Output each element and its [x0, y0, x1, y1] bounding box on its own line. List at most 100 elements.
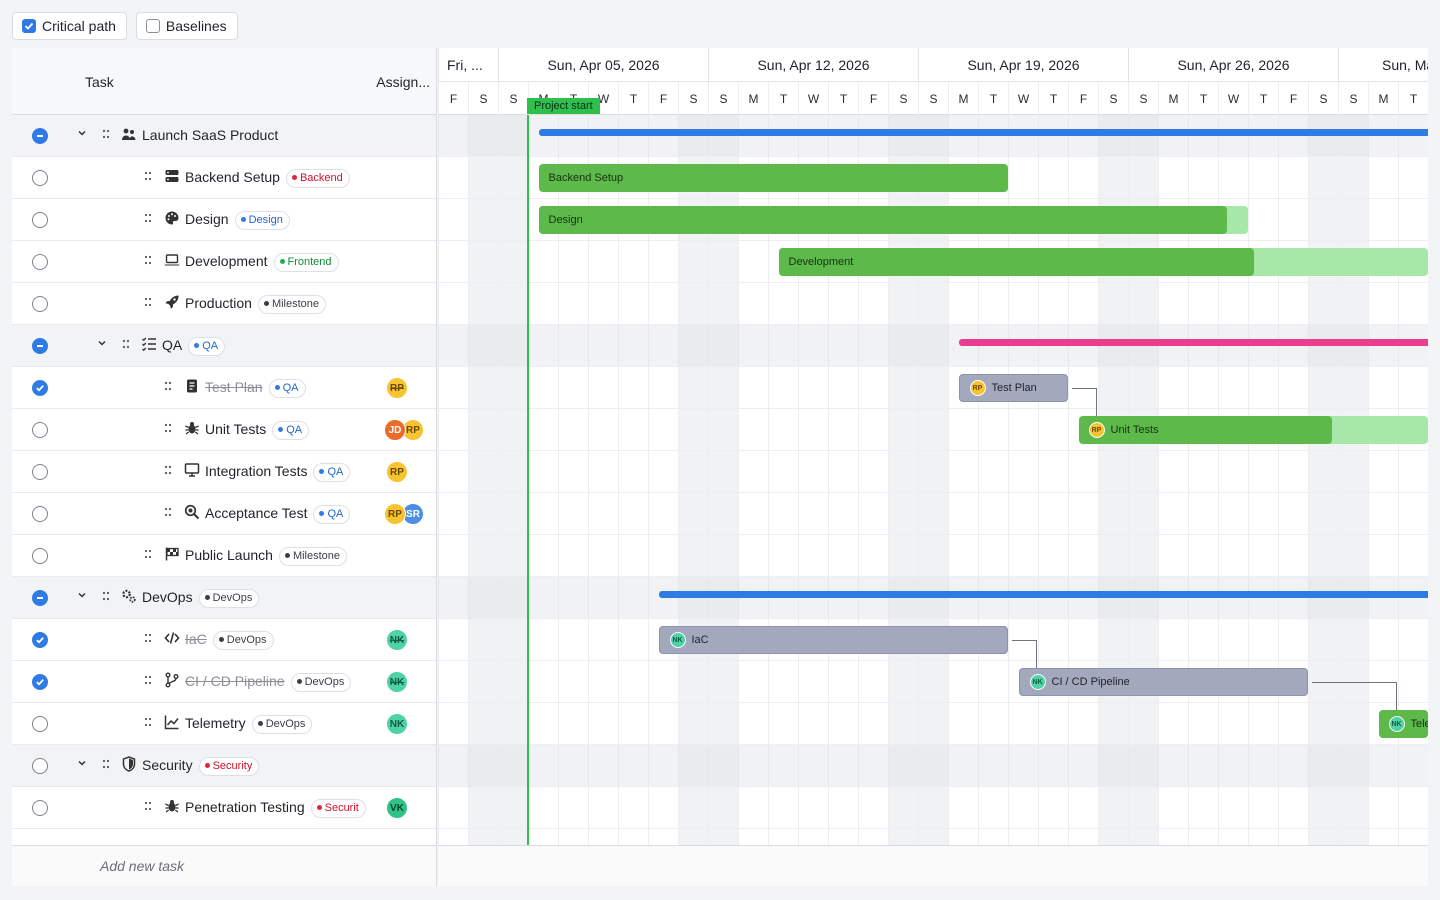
status-partial-icon[interactable] [32, 590, 48, 606]
task-row[interactable]: Launch SaaS Product [12, 115, 436, 157]
task-name[interactable]: CI / CD Pipeline [185, 673, 285, 689]
task-row[interactable]: DevOps DevOps [12, 577, 436, 619]
task-name[interactable]: Test Plan [205, 379, 263, 395]
dependency-connector[interactable] [1312, 682, 1397, 710]
status-partial-icon[interactable] [32, 128, 48, 144]
add-task-row[interactable]: Add new task [12, 845, 436, 886]
task-row[interactable]: Production Milestone [12, 283, 436, 325]
summary-bar[interactable] [958, 339, 1428, 346]
task-name[interactable]: QA [162, 337, 182, 353]
checkbox-unchecked-icon[interactable] [145, 19, 160, 33]
status-open-icon[interactable] [32, 506, 48, 522]
critical-path-toggle[interactable]: Critical path [12, 12, 127, 40]
task-row[interactable]: Public Launch Milestone [12, 535, 436, 577]
dependency-connector[interactable] [1072, 388, 1097, 416]
chevron-down-icon[interactable] [76, 758, 88, 771]
drag-handle-icon[interactable] [144, 253, 154, 268]
task-name[interactable]: Backend Setup [185, 169, 280, 185]
avatar[interactable]: JD [384, 419, 406, 441]
checkbox-checked-icon[interactable] [22, 19, 36, 33]
avatar[interactable]: RP [386, 461, 408, 483]
task-name[interactable]: Penetration Testing [185, 799, 305, 815]
drag-handle-icon[interactable] [164, 379, 174, 394]
drag-handle-icon[interactable] [102, 127, 112, 142]
status-open-icon[interactable] [32, 758, 48, 774]
task-name[interactable]: IaC [185, 631, 207, 647]
task-bar[interactable]: NK Tele [1378, 710, 1428, 738]
drag-handle-icon[interactable] [144, 715, 154, 730]
task-name[interactable]: Unit Tests [205, 421, 266, 437]
avatar[interactable]: NK [386, 713, 408, 735]
task-name[interactable]: Design [185, 211, 229, 227]
avatar[interactable]: RP [384, 503, 406, 525]
drag-handle-icon[interactable] [144, 673, 154, 688]
status-open-icon[interactable] [32, 254, 48, 270]
task-row[interactable]: Backend Setup Backend [12, 157, 436, 199]
task-row[interactable]: Design Design [12, 199, 436, 241]
add-task-placeholder[interactable]: Add new task [100, 858, 184, 874]
drag-handle-icon[interactable] [144, 211, 154, 226]
column-header-task[interactable]: Task [85, 74, 114, 90]
chevron-down-icon[interactable] [96, 338, 108, 351]
task-row[interactable]: Telemetry DevOps NK [12, 703, 436, 745]
drag-handle-icon[interactable] [164, 505, 174, 520]
task-bar[interactable]: Backend Setup [538, 164, 1008, 192]
status-open-icon[interactable] [32, 212, 48, 228]
task-name[interactable]: Acceptance Test [205, 505, 307, 521]
drag-handle-icon[interactable] [164, 463, 174, 478]
task-name[interactable]: Public Launch [185, 547, 273, 563]
task-row[interactable]: CI / CD Pipeline DevOps NK [12, 661, 436, 703]
drag-handle-icon[interactable] [102, 589, 112, 604]
task-name[interactable]: DevOps [142, 589, 193, 605]
status-open-icon[interactable] [32, 800, 48, 816]
task-bar[interactable]: NK CI / CD Pipeline [1018, 668, 1308, 696]
task-row[interactable]: Unit Tests QA JD RP [12, 409, 436, 451]
avatar[interactable]: VK [386, 797, 408, 819]
task-name[interactable]: Development [185, 253, 268, 269]
status-done-icon[interactable] [32, 632, 48, 648]
chevron-down-icon[interactable] [76, 128, 88, 141]
drag-handle-icon[interactable] [102, 757, 112, 772]
dependency-connector[interactable] [1012, 640, 1037, 668]
baselines-toggle[interactable]: Baselines [135, 12, 238, 40]
task-name[interactable]: Production [185, 295, 252, 311]
drag-handle-icon[interactable] [144, 799, 154, 814]
status-open-icon[interactable] [32, 422, 48, 438]
summary-bar[interactable] [538, 129, 1428, 136]
task-row[interactable]: Penetration Testing Securit VK [12, 787, 436, 829]
avatar[interactable]: RP [386, 377, 408, 399]
task-bar[interactable]: Development [778, 248, 1254, 276]
task-name[interactable]: Launch SaaS Product [142, 127, 278, 143]
drag-handle-icon[interactable] [144, 295, 154, 310]
task-row[interactable]: Integration Tests QA RP [12, 451, 436, 493]
task-row[interactable]: QA QA [12, 325, 436, 367]
task-bar[interactable]: RP Unit Tests [1078, 416, 1332, 444]
task-name[interactable]: Security [142, 757, 193, 773]
column-header-assignees[interactable]: Assign... [376, 74, 430, 90]
task-row[interactable]: Development Frontend [12, 241, 436, 283]
task-bar[interactable]: RP Test Plan [958, 374, 1068, 402]
status-open-icon[interactable] [32, 170, 48, 186]
task-row[interactable]: Acceptance Test QA RP SR [12, 493, 436, 535]
task-row[interactable]: IaC DevOps NK [12, 619, 436, 661]
status-partial-icon[interactable] [32, 338, 48, 354]
status-done-icon[interactable] [32, 380, 48, 396]
summary-bar[interactable] [658, 591, 1428, 598]
status-open-icon[interactable] [32, 716, 48, 732]
task-name[interactable]: Telemetry [185, 715, 246, 731]
drag-handle-icon[interactable] [144, 547, 154, 562]
status-open-icon[interactable] [32, 296, 48, 312]
status-open-icon[interactable] [32, 548, 48, 564]
task-row[interactable]: Test Plan QA RP [12, 367, 436, 409]
drag-handle-icon[interactable] [122, 337, 132, 352]
drag-handle-icon[interactable] [144, 631, 154, 646]
task-name[interactable]: Integration Tests [205, 463, 307, 479]
drag-handle-icon[interactable] [144, 169, 154, 184]
status-open-icon[interactable] [32, 464, 48, 480]
task-bar[interactable]: Design [538, 206, 1227, 234]
avatar[interactable]: NK [386, 671, 408, 693]
task-row[interactable]: Security Security [12, 745, 436, 787]
chevron-down-icon[interactable] [76, 590, 88, 603]
drag-handle-icon[interactable] [164, 421, 174, 436]
task-bar[interactable]: NK IaC [658, 626, 1008, 654]
